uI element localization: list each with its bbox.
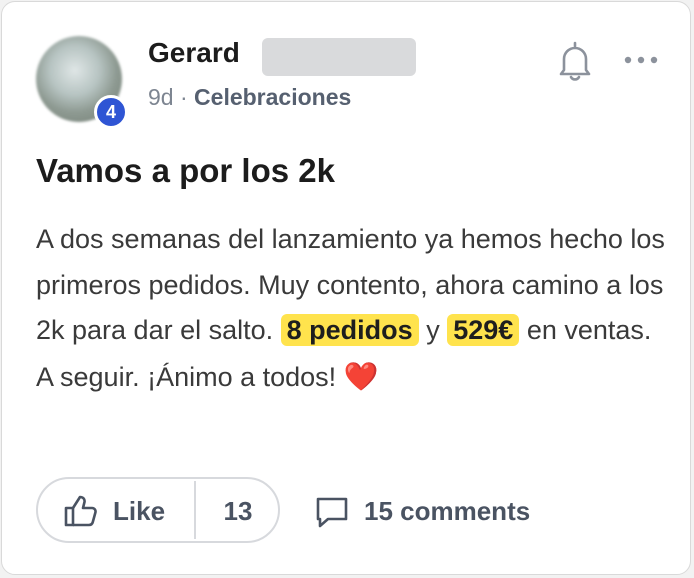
comments-label: 15 comments (364, 496, 531, 526)
post-title: Vamos a por los 2k (36, 152, 335, 189)
highlight-sales: 529€ (447, 314, 520, 346)
post-body: A dos semanas del lanzamiento ya hemos h… (36, 217, 666, 400)
more-options-icon[interactable] (622, 50, 662, 70)
like-button[interactable]: Like (38, 479, 194, 541)
avatar-level-badge: 4 (94, 95, 128, 129)
redacted-surname (262, 38, 416, 76)
body-text-2: y (426, 315, 440, 345)
author-name[interactable]: Gerard (148, 37, 240, 69)
meta-separator: · (179, 84, 188, 110)
thumbs-up-icon (64, 495, 97, 527)
highlight-orders: 8 pedidos (280, 314, 419, 346)
post-card: 4 Gerard 9d · Celebraciones Vamos a por … (1, 1, 691, 575)
post-meta: 9d · Celebraciones (148, 84, 351, 111)
heart-emoji: ❤️ (343, 360, 379, 392)
post-category[interactable]: Celebraciones (194, 84, 351, 110)
post-time: 9d (148, 84, 174, 110)
like-label: Like (113, 496, 166, 526)
like-count[interactable]: 13 (196, 496, 280, 527)
bell-icon[interactable] (556, 40, 594, 82)
like-pill: Like 13 (36, 477, 280, 543)
comment-bubble-icon (316, 497, 348, 528)
